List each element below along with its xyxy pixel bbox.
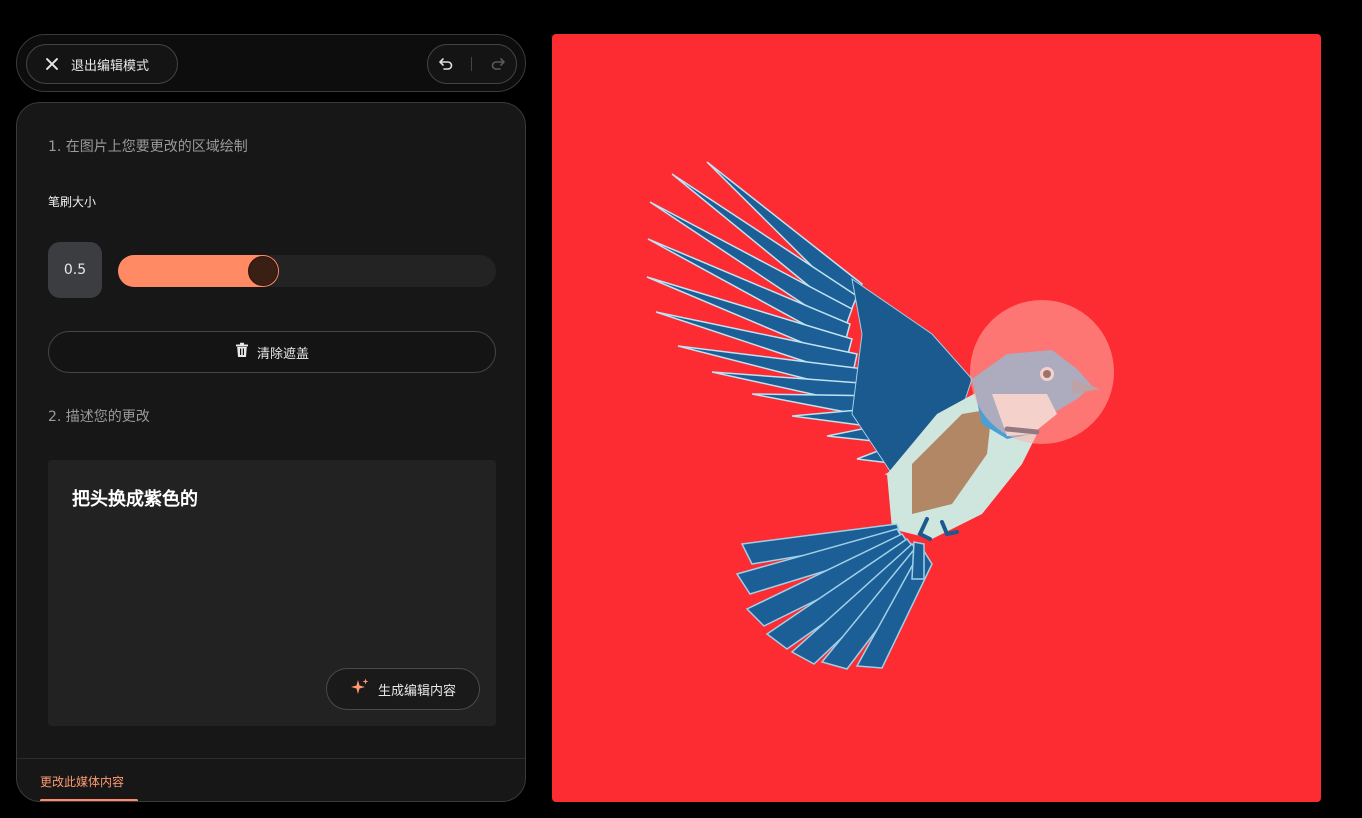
- generate-edit-label: 生成编辑内容: [377, 683, 456, 699]
- prompt-text: 把头换成紫色的: [72, 489, 198, 510]
- step1-instruction: 1. 在图片上您要更改的区域绘制: [48, 139, 248, 155]
- undo-icon[interactable]: [436, 54, 456, 74]
- clear-mask-label: 清除遮盖: [256, 346, 309, 362]
- tab-active-indicator: [40, 799, 138, 801]
- bird-illustration: [646, 161, 1114, 670]
- generate-edit-button[interactable]: 生成编辑内容: [326, 668, 480, 710]
- step2-instruction: 2. 描述您的更改: [48, 409, 150, 425]
- edit-toolbar: 退出编辑模式: [16, 34, 526, 92]
- trash-icon: [235, 342, 249, 362]
- undo-redo-group: [427, 44, 517, 84]
- edit-canvas-image[interactable]: [552, 34, 1321, 802]
- brush-size-slider-thumb[interactable]: [248, 256, 278, 286]
- clear-mask-button[interactable]: 清除遮盖: [48, 331, 496, 373]
- mask-brush-overlay: [970, 300, 1114, 444]
- close-icon: [45, 57, 59, 71]
- exit-edit-mode-label: 退出编辑模式: [71, 58, 150, 74]
- footer-divider: [17, 758, 525, 759]
- edit-panel: 1. 在图片上您要更改的区域绘制 笔刷大小 0.5 清除遮盖 2. 描述您的更改…: [16, 102, 526, 802]
- sparkle-icon: [350, 677, 370, 701]
- prompt-textarea[interactable]: 把头换成紫色的 生成编辑内容: [48, 460, 496, 726]
- tab-edit-media[interactable]: 更改此媒体内容: [40, 773, 124, 790]
- exit-edit-mode-button[interactable]: 退出编辑模式: [26, 44, 178, 84]
- redo-icon[interactable]: [488, 54, 508, 74]
- undo-redo-divider: [471, 57, 473, 71]
- brush-size-value: 0.5: [48, 242, 102, 298]
- brush-size-label: 笔刷大小: [48, 195, 97, 209]
- brush-size-slider[interactable]: [118, 255, 496, 287]
